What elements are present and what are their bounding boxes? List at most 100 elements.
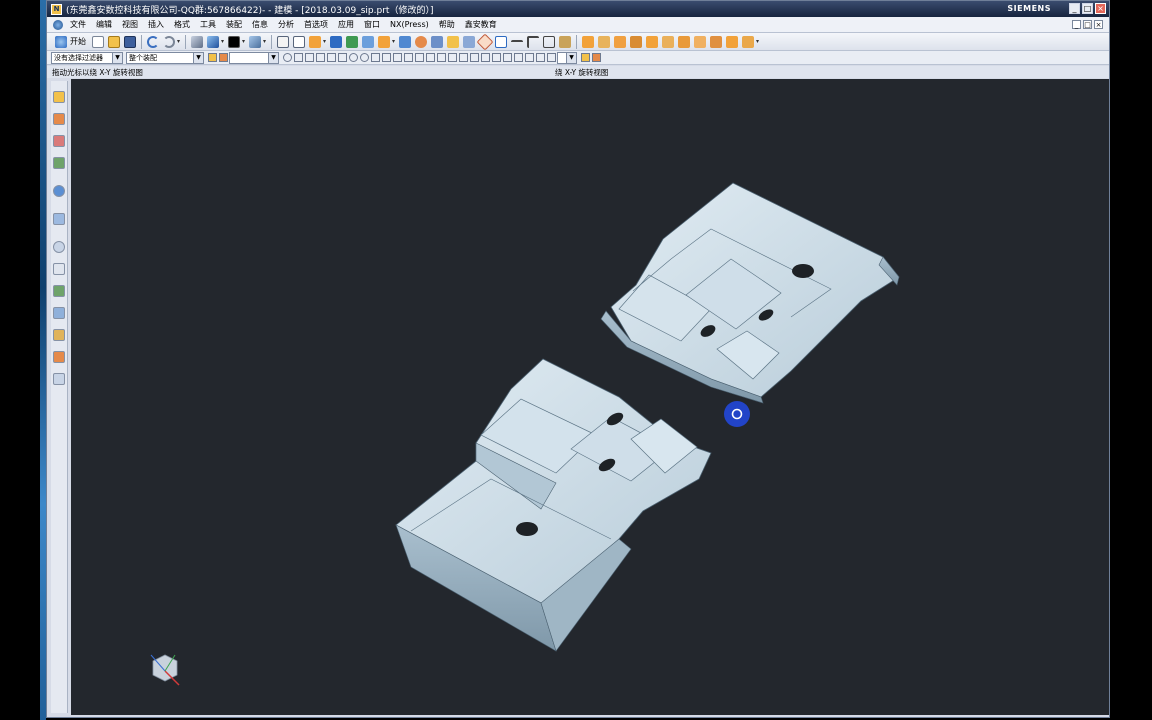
- history-tab-icon[interactable]: [53, 213, 65, 225]
- system-scene-tab-icon[interactable]: [53, 373, 65, 385]
- menu-analysis[interactable]: 分析: [273, 19, 299, 30]
- menu-insert[interactable]: 插入: [143, 19, 169, 30]
- doc-restore-button[interactable]: □: [1083, 20, 1092, 29]
- model-view-svg[interactable]: [71, 79, 1109, 715]
- web-browser-tab-icon[interactable]: [53, 185, 65, 197]
- snap-select[interactable]: ▼: [229, 51, 279, 64]
- pad-icon[interactable]: [463, 35, 475, 48]
- type-filter-select[interactable]: 没有选择过滤器 ▼: [51, 51, 123, 64]
- press-tool-icon-11[interactable]: [742, 35, 754, 48]
- background-color-icon[interactable]: [228, 35, 240, 48]
- hole-icon[interactable]: [415, 35, 427, 48]
- system-materials-tab-icon[interactable]: [53, 263, 65, 275]
- existing-point-icon[interactable]: [360, 53, 369, 62]
- redo-dropdown-icon[interactable]: ▾: [177, 38, 182, 45]
- filter-icon-14[interactable]: [547, 53, 556, 62]
- start-icon[interactable]: [55, 35, 67, 48]
- clock-tab-icon[interactable]: [53, 241, 65, 253]
- process-studio-tab-icon[interactable]: [53, 285, 65, 297]
- filter-icon-6[interactable]: [459, 53, 468, 62]
- chamfer-icon[interactable]: [495, 35, 507, 48]
- intersection-point-icon[interactable]: [327, 53, 336, 62]
- revolve-icon[interactable]: [399, 35, 411, 48]
- filter-icon-13[interactable]: [536, 53, 545, 62]
- mid-point-icon[interactable]: [305, 53, 314, 62]
- sheet-metal-part-left[interactable]: [395, 358, 712, 652]
- edge-blend-icon[interactable]: [476, 33, 494, 50]
- maximize-button[interactable]: □: [1082, 3, 1093, 14]
- save-icon[interactable]: [124, 35, 136, 48]
- toolbar-dropdown-icon[interactable]: ▾: [392, 38, 397, 45]
- filter-icon-3[interactable]: [426, 53, 435, 62]
- filter-icon-7[interactable]: [470, 53, 479, 62]
- graphics-window[interactable]: [71, 79, 1109, 715]
- link-icon[interactable]: [592, 53, 601, 62]
- quick-pick-select[interactable]: ▼: [557, 51, 577, 64]
- menu-preferences[interactable]: 首选项: [299, 19, 333, 30]
- assembly-navigator-icon[interactable]: [309, 35, 321, 48]
- press-tool-icon-6[interactable]: [662, 35, 674, 48]
- press-tool-icon-10[interactable]: [726, 35, 738, 48]
- chevron-down-icon[interactable]: ▼: [112, 52, 122, 63]
- doc-minimize-button[interactable]: _: [1072, 20, 1081, 29]
- point-on-face-icon[interactable]: [382, 53, 391, 62]
- toolbar-dropdown-icon[interactable]: ▾: [756, 38, 761, 45]
- menu-file[interactable]: 文件: [65, 19, 91, 30]
- render-style-icon[interactable]: [207, 35, 219, 48]
- point-on-curve-icon[interactable]: [371, 53, 380, 62]
- new-file-icon[interactable]: [92, 35, 104, 48]
- menu-xinan-education[interactable]: 鑫安教育: [460, 19, 502, 30]
- trim-icon[interactable]: [527, 35, 539, 48]
- menu-assembly[interactable]: 装配: [221, 19, 247, 30]
- menu-edit[interactable]: 编辑: [91, 19, 117, 30]
- datum-plane-icon[interactable]: [362, 35, 374, 48]
- nx-menu-logo-icon[interactable]: [53, 19, 63, 30]
- filter-icon-10[interactable]: [503, 53, 512, 62]
- bounded-grid-icon[interactable]: [393, 53, 402, 62]
- press-tool-icon-8[interactable]: [694, 35, 706, 48]
- menu-tools[interactable]: 工具: [195, 19, 221, 30]
- extrude-icon[interactable]: [378, 35, 390, 48]
- assembly-navigator-tab-icon[interactable]: [53, 91, 65, 103]
- menu-nx-press[interactable]: NX(Press): [385, 20, 434, 29]
- chevron-down-icon[interactable]: ▼: [268, 52, 278, 63]
- chevron-down-icon[interactable]: ▼: [566, 52, 576, 63]
- show-hide-icon[interactable]: [293, 35, 305, 48]
- menu-help[interactable]: 帮助: [434, 19, 460, 30]
- orient-view-icon[interactable]: [249, 35, 261, 48]
- mirror-icon[interactable]: [543, 35, 555, 48]
- palette-tab-icon[interactable]: [53, 351, 65, 363]
- menu-information[interactable]: 信息: [247, 19, 273, 30]
- measure-icon[interactable]: [559, 35, 571, 48]
- press-tool-icon-2[interactable]: [598, 35, 610, 48]
- toolbar-dropdown-icon[interactable]: ▾: [323, 38, 328, 45]
- arc-center-icon[interactable]: [338, 53, 347, 62]
- filter-icon-2[interactable]: [415, 53, 424, 62]
- color-dropdown-icon[interactable]: ▾: [242, 38, 247, 45]
- menu-format[interactable]: 格式: [169, 19, 195, 30]
- filter-icon-8[interactable]: [481, 53, 490, 62]
- feature-icon[interactable]: [346, 35, 358, 48]
- press-tool-icon-5[interactable]: [646, 35, 658, 48]
- render-dropdown-icon[interactable]: ▾: [221, 38, 226, 45]
- close-button[interactable]: ×: [1095, 3, 1106, 14]
- filter-icon-1[interactable]: [404, 53, 413, 62]
- filter-icon-11[interactable]: [514, 53, 523, 62]
- reuse-library-tab-icon[interactable]: [53, 157, 65, 169]
- fit-view-icon[interactable]: [191, 35, 203, 48]
- roles-tab-icon[interactable]: [53, 329, 65, 341]
- nx-app-icon[interactable]: N: [51, 3, 62, 15]
- press-tool-icon-7[interactable]: [678, 35, 690, 48]
- redo-icon[interactable]: [163, 35, 175, 48]
- general-selection-icon[interactable]: [208, 53, 217, 62]
- quadrant-point-icon[interactable]: [349, 53, 358, 62]
- menu-window[interactable]: 窗口: [359, 19, 385, 30]
- filter-icon-4[interactable]: [437, 53, 446, 62]
- menu-application[interactable]: 应用: [333, 19, 359, 30]
- press-tool-icon-9[interactable]: [710, 35, 722, 48]
- selection-scope-select[interactable]: 整个装配 ▼: [126, 51, 204, 64]
- doc-close-button[interactable]: ×: [1094, 20, 1103, 29]
- filter-icon-12[interactable]: [525, 53, 534, 62]
- pocket-icon[interactable]: [447, 35, 459, 48]
- press-tool-icon-3[interactable]: [614, 35, 626, 48]
